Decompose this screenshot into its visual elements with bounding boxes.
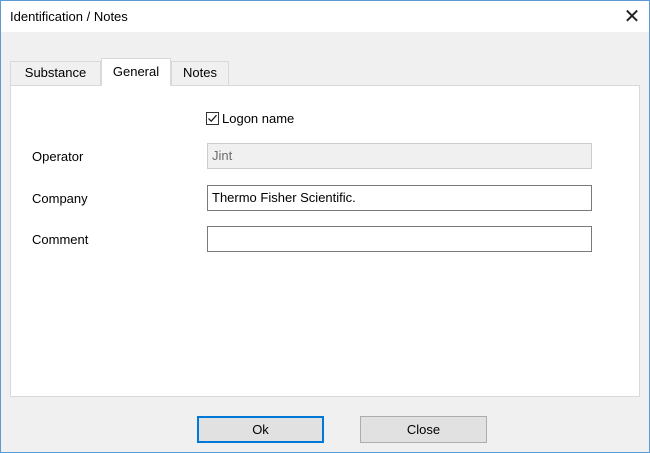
- title-bar[interactable]: Identification / Notes ✕: [1, 0, 649, 32]
- tab-general[interactable]: General: [101, 58, 171, 86]
- checkmark-icon: [208, 114, 217, 122]
- company-field[interactable]: Thermo Fisher Scientific.: [207, 185, 592, 211]
- logon-name-checkbox-row[interactable]: Logon name: [206, 110, 294, 126]
- operator-label: Operator: [32, 149, 84, 164]
- close-button[interactable]: Close: [360, 416, 487, 443]
- operator-field: Jint: [207, 143, 592, 169]
- close-icon[interactable]: ✕: [619, 4, 645, 28]
- comment-field[interactable]: [207, 226, 592, 252]
- window-title: Identification / Notes: [10, 9, 128, 24]
- logon-name-label: Logon name: [222, 110, 295, 126]
- logon-name-checkbox[interactable]: [206, 111, 219, 125]
- tab-notes[interactable]: Notes: [171, 61, 229, 85]
- ok-button[interactable]: Ok: [197, 416, 324, 443]
- tab-substance[interactable]: Substance: [10, 61, 101, 85]
- identification-notes-dialog: Identification / Notes ✕ Substance Gener…: [0, 0, 650, 453]
- comment-label: Comment: [32, 232, 89, 247]
- general-tab-panel: Logon name Operator Jint Company Thermo …: [10, 85, 640, 397]
- company-label: Company: [32, 191, 88, 206]
